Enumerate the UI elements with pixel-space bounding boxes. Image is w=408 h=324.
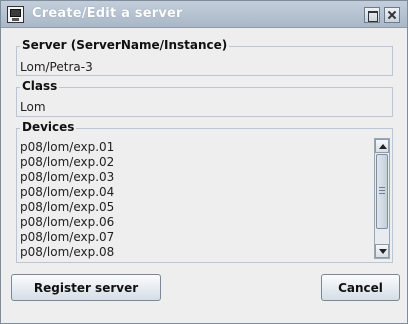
arrow-up-icon[interactable] — [375, 139, 389, 153]
title-bar[interactable]: Create/Edit a server — [1, 1, 407, 28]
device-item[interactable]: p08/lom/exp.05 — [20, 200, 372, 215]
monitor-screen — [10, 9, 21, 17]
devices-scrollbar[interactable] — [374, 138, 390, 259]
monitor-icon — [7, 6, 24, 23]
devices-group: Devices p08/lom/exp.01 p08/lom/exp.02 p0… — [16, 120, 393, 263]
cancel-button[interactable]: Cancel — [321, 274, 400, 301]
server-group: Server (ServerName/Instance) Lom/Petra-3 — [16, 38, 393, 76]
device-item[interactable]: p08/lom/exp.08 — [20, 245, 372, 260]
thumb-grip — [379, 190, 385, 191]
device-item[interactable]: p08/lom/exp.07 — [20, 230, 372, 245]
register-server-button[interactable]: Register server — [11, 274, 161, 301]
device-item[interactable]: p08/lom/exp.01 — [20, 140, 372, 155]
window-title: Create/Edit a server — [32, 6, 183, 21]
arrow-down-icon[interactable] — [375, 244, 389, 258]
devices-legend: Devices — [20, 120, 77, 134]
server-name-field[interactable]: Lom/Petra-3 — [20, 60, 93, 74]
device-item[interactable]: p08/lom/exp.04 — [20, 185, 372, 200]
class-legend: Class — [20, 79, 60, 93]
device-item[interactable]: p08/lom/exp.02 — [20, 155, 372, 170]
device-item[interactable]: p08/lom/exp.03 — [20, 170, 372, 185]
monitor-base — [12, 18, 19, 21]
server-legend: Server (ServerName/Instance) — [20, 38, 230, 52]
class-name-field[interactable]: Lom — [20, 100, 46, 114]
class-group: Class Lom — [16, 79, 393, 117]
thumb-grip — [379, 187, 385, 188]
scrollbar-thumb[interactable] — [376, 154, 388, 229]
device-item[interactable]: p08/lom/exp.06 — [20, 215, 372, 230]
close-icon[interactable] — [384, 7, 400, 23]
maximize-icon[interactable] — [364, 7, 380, 23]
dialog-window: Create/Edit a server Server (ServerName/… — [0, 0, 408, 324]
thumb-grip — [379, 193, 385, 194]
devices-list[interactable]: p08/lom/exp.01 p08/lom/exp.02 p08/lom/ex… — [20, 140, 372, 262]
